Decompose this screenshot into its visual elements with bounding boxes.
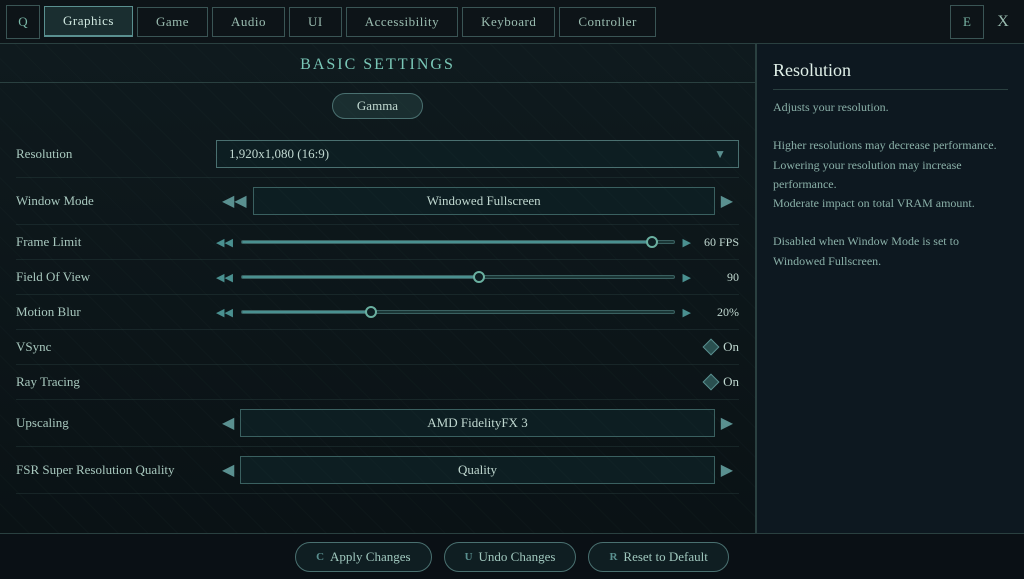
apply-changes-label: Apply Changes [330,549,411,565]
window-mode-left-arrow[interactable]: ◀◀ [216,191,253,211]
motion-blur-left-arrows[interactable]: ◀◀ [216,306,233,319]
resolution-control: 1,920x1,080 (16:9) ▼ [216,140,739,168]
bottom-bar: C Apply Changes U Undo Changes R Reset t… [0,533,1024,579]
dropdown-arrow-icon: ▼ [714,147,726,162]
motion-blur-control: ◀◀ ▶ 20% [216,305,739,320]
fsr-right-arrow[interactable]: ▶ [715,460,739,480]
frame-limit-right-arrows[interactable]: ▶ [683,236,691,249]
fsr-selector: ◀ Quality ▶ [216,456,739,484]
ray-tracing-label: Ray Tracing [16,374,216,390]
resolution-value: 1,920x1,080 (16:9) [229,146,329,162]
motion-blur-thumb[interactable] [365,306,377,318]
apply-key-indicator: C [316,551,324,563]
vsync-control: On [216,339,739,355]
ray-tracing-control: On [216,374,739,390]
subtab-gamma[interactable]: Gamma [332,93,423,119]
frame-limit-thumb[interactable] [646,236,658,248]
fsr-label: FSR Super Resolution Quality [16,462,216,478]
frame-limit-label: Frame Limit [16,234,216,250]
setting-frame-limit: Frame Limit ◀◀ ▶ 60 FPS [16,225,739,260]
fov-control: ◀◀ ▶ 90 [216,270,739,285]
vsync-toggle[interactable]: On [705,339,739,355]
resolution-label: Resolution [16,146,216,162]
frame-limit-control: ◀◀ ▶ 60 FPS [216,235,739,250]
setting-vsync: VSync On [16,330,739,365]
motion-blur-value: 20% [699,305,739,320]
setting-ray-tracing: Ray Tracing On [16,365,739,400]
upscaling-control: ◀ AMD FidelityFX 3 ▶ [216,409,739,437]
setting-window-mode: Window Mode ◀◀ Windowed Fullscreen ▶ [16,178,739,225]
nav-e-icon[interactable]: E [950,5,984,39]
fsr-control: ◀ Quality ▶ [216,456,739,484]
fsr-left-arrow[interactable]: ◀ [216,460,240,480]
frame-limit-track[interactable] [241,240,675,244]
ray-tracing-value: On [723,374,739,390]
sub-tabs-container: Gamma [0,83,755,127]
section-title: Basic Settings [0,44,755,83]
ray-tracing-diamond-icon [703,374,720,391]
fov-fill [242,276,479,278]
upscaling-selector: ◀ AMD FidelityFX 3 ▶ [216,409,739,437]
fov-label: Field Of View [16,269,216,285]
main-area: Basic Settings Gamma Resolution 1,920x1,… [0,44,1024,533]
fov-value: 90 [699,270,739,285]
close-button[interactable]: X [986,5,1020,39]
tab-graphics[interactable]: Graphics [44,6,133,37]
vsync-value: On [723,339,739,355]
window-mode-control: ◀◀ Windowed Fullscreen ▶ [216,187,739,215]
undo-key-indicator: U [465,551,473,563]
undo-changes-button[interactable]: U Undo Changes [444,542,577,572]
info-panel-text: Adjusts your resolution. Higher resoluti… [773,98,1008,271]
ray-tracing-toggle[interactable]: On [705,374,739,390]
window-mode-selector: ◀◀ Windowed Fullscreen ▶ [216,187,739,215]
motion-blur-fill [242,311,371,313]
window-mode-right-arrow[interactable]: ▶ [715,191,739,211]
settings-list: Resolution 1,920x1,080 (16:9) ▼ Window M… [0,127,755,498]
tab-keyboard[interactable]: Keyboard [462,7,555,37]
fov-right-arrows[interactable]: ▶ [683,271,691,284]
motion-blur-label: Motion Blur [16,304,216,320]
tab-ui[interactable]: UI [289,7,342,37]
setting-upscaling: Upscaling ◀ AMD FidelityFX 3 ▶ [16,400,739,447]
fov-track[interactable] [241,275,675,279]
reset-to-default-button[interactable]: R Reset to Default [588,542,728,572]
right-panel: Resolution Adjusts your resolution. High… [756,44,1024,533]
upscaling-right-arrow[interactable]: ▶ [715,413,739,433]
frame-limit-value: 60 FPS [699,235,739,250]
undo-changes-label: Undo Changes [479,549,556,565]
tab-controller[interactable]: Controller [559,7,655,37]
apply-changes-button[interactable]: C Apply Changes [295,542,431,572]
vsync-label: VSync [16,339,216,355]
fov-left-arrows[interactable]: ◀◀ [216,271,233,284]
nav-q-icon[interactable]: Q [6,5,40,39]
upscaling-left-arrow[interactable]: ◀ [216,413,240,433]
vsync-diamond-icon [703,339,720,356]
reset-to-default-label: Reset to Default [623,549,707,565]
frame-limit-left-arrows[interactable]: ◀◀ [216,236,233,249]
tab-accessibility[interactable]: Accessibility [346,7,458,37]
tab-game[interactable]: Game [137,7,208,37]
setting-motion-blur: Motion Blur ◀◀ ▶ 20% [16,295,739,330]
setting-resolution: Resolution 1,920x1,080 (16:9) ▼ [16,131,739,178]
frame-limit-fill [242,241,652,243]
fov-thumb[interactable] [473,271,485,283]
upscaling-value: AMD FidelityFX 3 [240,409,714,437]
tab-audio[interactable]: Audio [212,7,285,37]
left-panel: Basic Settings Gamma Resolution 1,920x1,… [0,44,756,533]
resolution-dropdown[interactable]: 1,920x1,080 (16:9) ▼ [216,140,739,168]
motion-blur-track[interactable] [241,310,675,314]
fsr-value: Quality [240,456,714,484]
window-mode-label: Window Mode [16,193,216,209]
upscaling-label: Upscaling [16,415,216,431]
setting-fov: Field Of View ◀◀ ▶ 90 [16,260,739,295]
top-navigation: Q Graphics Game Audio UI Accessibility K… [0,0,1024,44]
motion-blur-right-arrows[interactable]: ▶ [683,306,691,319]
setting-fsr: FSR Super Resolution Quality ◀ Quality ▶ [16,447,739,494]
window-mode-value: Windowed Fullscreen [253,187,715,215]
info-panel-title: Resolution [773,60,1008,90]
reset-key-indicator: R [609,551,617,563]
